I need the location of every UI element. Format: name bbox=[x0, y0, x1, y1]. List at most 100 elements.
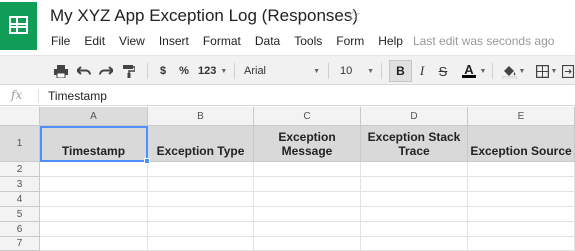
cell-e2[interactable] bbox=[468, 162, 575, 177]
menu-help[interactable]: Help bbox=[371, 34, 410, 52]
chevron-down-icon: ▼ bbox=[220, 67, 228, 75]
sheets-logo-icon[interactable] bbox=[0, 2, 37, 50]
formula-input[interactable]: Timestamp bbox=[48, 89, 107, 103]
row-header-1[interactable]: 1 bbox=[0, 126, 40, 162]
cell-b4[interactable] bbox=[148, 192, 254, 207]
cell-e5[interactable] bbox=[468, 207, 575, 222]
column-header-a[interactable]: A bbox=[40, 107, 148, 126]
spreadsheet-grid: A B C D E 1 Timestamp Exception Type Exc… bbox=[0, 107, 575, 251]
select-all-corner[interactable] bbox=[0, 107, 40, 126]
fill-color-button[interactable] bbox=[500, 60, 518, 82]
cell-a6[interactable] bbox=[40, 222, 148, 237]
star-icon[interactable]: ☆ bbox=[346, 6, 361, 26]
cell-d1[interactable]: Exception Stack Trace bbox=[361, 126, 468, 162]
cell-d4[interactable] bbox=[361, 192, 468, 207]
menu-form[interactable]: Form bbox=[329, 34, 371, 52]
cell-a7[interactable] bbox=[40, 237, 148, 251]
font-size-dropdown[interactable]: 10 ▼ bbox=[340, 60, 374, 82]
text-color-button[interactable]: A bbox=[459, 60, 479, 82]
cell-d7[interactable] bbox=[361, 237, 468, 251]
fill-handle[interactable] bbox=[144, 158, 150, 164]
column-header-d[interactable]: D bbox=[361, 107, 468, 126]
cell-b7[interactable] bbox=[148, 237, 254, 251]
cell-b5[interactable] bbox=[148, 207, 254, 222]
menu-insert[interactable]: Insert bbox=[152, 34, 196, 52]
menu-format[interactable]: Format bbox=[196, 34, 248, 52]
cell-e4[interactable] bbox=[468, 192, 575, 207]
cell-a1[interactable]: Timestamp bbox=[40, 126, 148, 162]
percent-format-button[interactable]: % bbox=[177, 60, 191, 82]
menu-bar: File Edit View Insert Format Data Tools … bbox=[44, 34, 410, 52]
title-area: My XYZ App Exception Log (Responses) ☆ F… bbox=[0, 0, 575, 52]
toolbar: $ % 123 ▼ Arial ▼ 10 ▼ B I S A ▼ ▼ ▼ bbox=[0, 55, 575, 85]
formula-bar: fx Timestamp bbox=[0, 86, 575, 106]
cell-c1[interactable]: Exception Message bbox=[254, 126, 361, 162]
row-header-3[interactable]: 3 bbox=[0, 177, 40, 192]
chevron-down-icon: ▼ bbox=[479, 67, 487, 75]
cell-b2[interactable] bbox=[148, 162, 254, 177]
row-header-2[interactable]: 2 bbox=[0, 162, 40, 177]
borders-button[interactable] bbox=[534, 60, 550, 82]
cell-e1[interactable]: Exception Source bbox=[468, 126, 575, 162]
row-header-5[interactable]: 5 bbox=[0, 207, 40, 222]
print-button[interactable] bbox=[52, 60, 70, 82]
chevron-down-icon: ▼ bbox=[550, 67, 558, 75]
strikethrough-button[interactable]: S bbox=[435, 60, 451, 82]
paint-format-icon bbox=[123, 64, 135, 78]
fill-color-dropdown[interactable]: ▼ bbox=[518, 60, 526, 82]
cell-b1[interactable]: Exception Type bbox=[148, 126, 254, 162]
menu-tools[interactable]: Tools bbox=[287, 34, 329, 52]
merge-cells-button[interactable] bbox=[561, 60, 575, 82]
cell-d3[interactable] bbox=[361, 177, 468, 192]
cell-d2[interactable] bbox=[361, 162, 468, 177]
print-icon bbox=[54, 64, 68, 78]
cell-a3[interactable] bbox=[40, 177, 148, 192]
font-family-dropdown[interactable]: Arial ▼ bbox=[244, 60, 320, 82]
font-size-label: 10 bbox=[340, 65, 353, 77]
last-edit-status[interactable]: Last edit was seconds ago bbox=[413, 34, 554, 48]
cell-c3[interactable] bbox=[254, 177, 361, 192]
cell-a5[interactable] bbox=[40, 207, 148, 222]
row-header-7[interactable]: 7 bbox=[0, 237, 40, 251]
paint-bucket-icon bbox=[501, 65, 517, 79]
number-format-dropdown[interactable]: 123 ▼ bbox=[198, 60, 227, 82]
cell-c5[interactable] bbox=[254, 207, 361, 222]
undo-icon bbox=[77, 66, 91, 75]
row-header-6[interactable]: 6 bbox=[0, 222, 40, 237]
menu-file[interactable]: File bbox=[44, 34, 77, 52]
cell-c6[interactable] bbox=[254, 222, 361, 237]
cell-a4[interactable] bbox=[40, 192, 148, 207]
merge-cells-icon bbox=[562, 64, 574, 78]
cell-b3[interactable] bbox=[148, 177, 254, 192]
sheets-grid-icon bbox=[9, 16, 28, 34]
cell-e6[interactable] bbox=[468, 222, 575, 237]
cell-c7[interactable] bbox=[254, 237, 361, 251]
borders-dropdown[interactable]: ▼ bbox=[550, 60, 558, 82]
cell-d6[interactable] bbox=[361, 222, 468, 237]
column-header-c[interactable]: C bbox=[254, 107, 361, 126]
cell-e3[interactable] bbox=[468, 177, 575, 192]
currency-format-button[interactable]: $ bbox=[157, 60, 169, 82]
borders-icon bbox=[535, 64, 549, 78]
cell-d5[interactable] bbox=[361, 207, 468, 222]
cell-e7[interactable] bbox=[468, 237, 575, 251]
cell-a2[interactable] bbox=[40, 162, 148, 177]
chevron-down-icon: ▼ bbox=[518, 67, 526, 75]
row-header-4[interactable]: 4 bbox=[0, 192, 40, 207]
cell-c2[interactable] bbox=[254, 162, 361, 177]
menu-view[interactable]: View bbox=[112, 34, 152, 52]
bold-button[interactable]: B bbox=[389, 60, 412, 82]
italic-button[interactable]: I bbox=[414, 60, 430, 82]
menu-data[interactable]: Data bbox=[248, 34, 287, 52]
redo-icon bbox=[99, 66, 113, 75]
cell-b6[interactable] bbox=[148, 222, 254, 237]
text-color-dropdown[interactable]: ▼ bbox=[479, 60, 487, 82]
cell-c4[interactable] bbox=[254, 192, 361, 207]
redo-button[interactable] bbox=[97, 60, 115, 82]
undo-button[interactable] bbox=[75, 60, 93, 82]
column-header-b[interactable]: B bbox=[148, 107, 254, 126]
menu-edit[interactable]: Edit bbox=[77, 34, 112, 52]
paint-format-button[interactable] bbox=[120, 60, 138, 82]
column-header-e[interactable]: E bbox=[468, 107, 575, 126]
document-title[interactable]: My XYZ App Exception Log (Responses) bbox=[50, 6, 358, 26]
